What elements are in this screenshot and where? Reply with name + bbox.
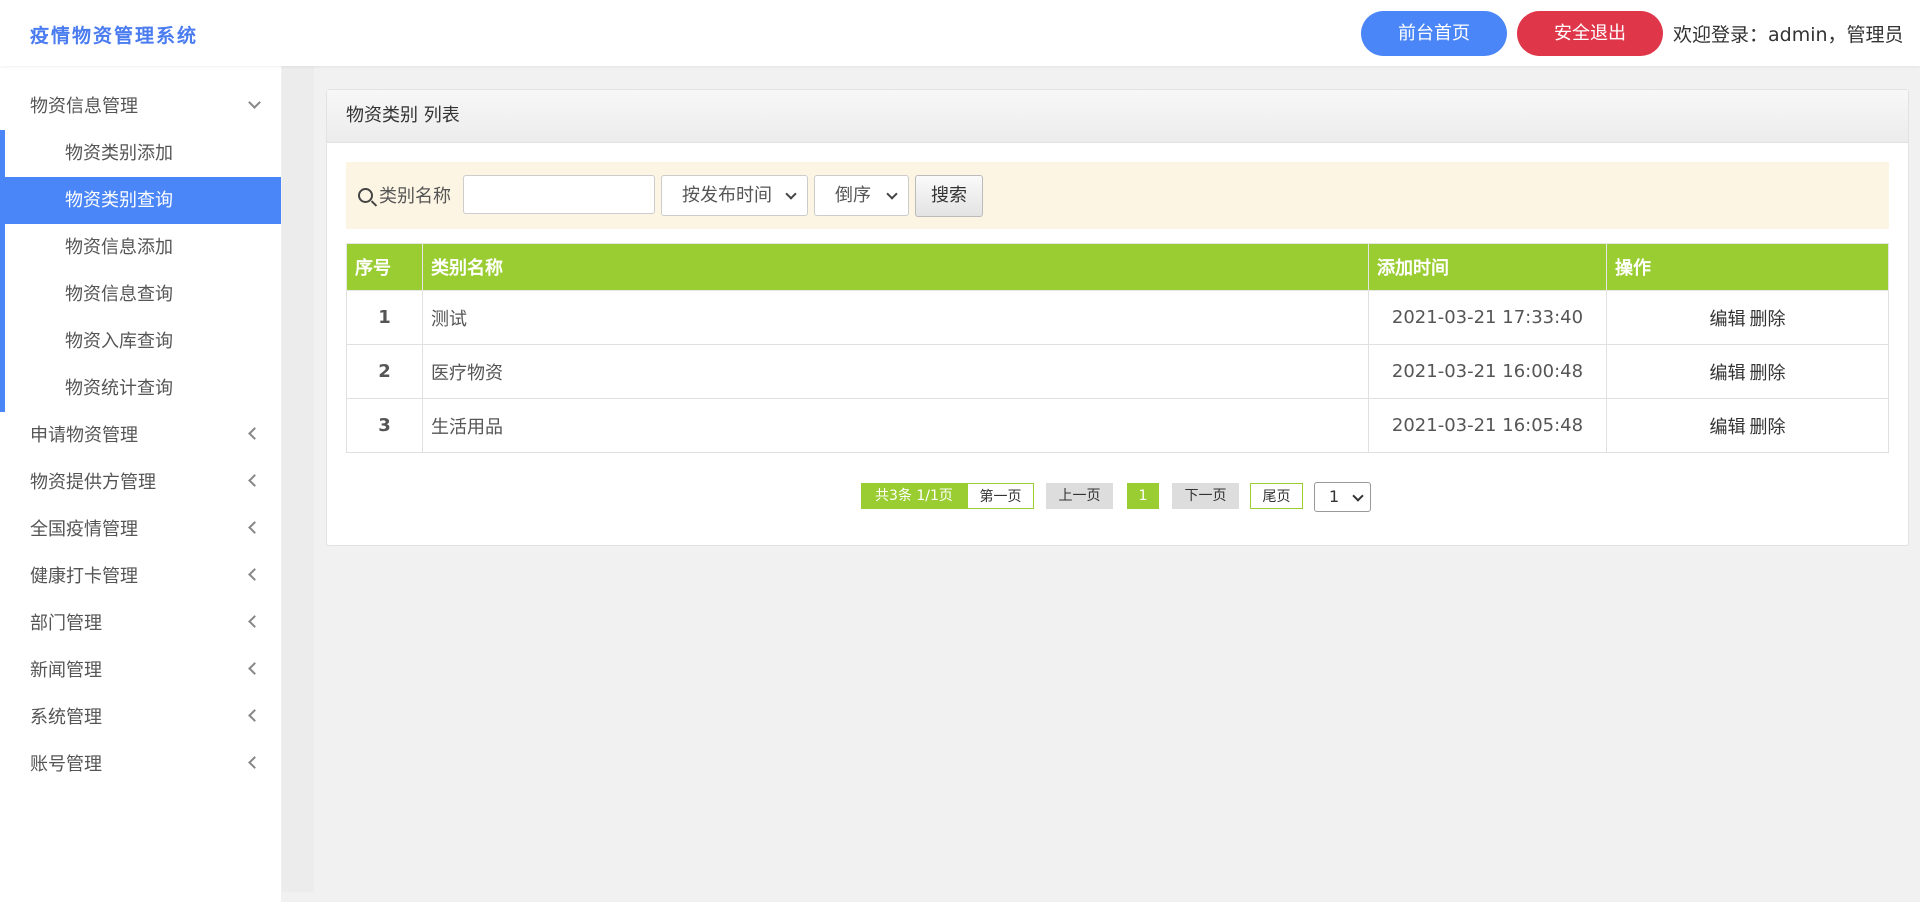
delete-link[interactable]: 删除	[1750, 309, 1786, 330]
top-header: 疫情物资管理系统 前台首页 安全退出 欢迎登录：admin，管理员	[0, 0, 1920, 66]
chevron-down-icon	[785, 188, 797, 200]
row-actions: 编辑 删除	[1606, 344, 1889, 399]
sidebar-group-account[interactable]: 账号管理	[0, 741, 281, 788]
row-added-time: 2021-03-21 17:33:40	[1368, 290, 1607, 345]
delete-link[interactable]: 删除	[1750, 363, 1786, 384]
next-page-button[interactable]: 下一页	[1172, 483, 1239, 509]
sort-field-select[interactable]: 按发布时间	[661, 175, 808, 216]
chevron-down-icon	[886, 188, 898, 200]
row-category-name: 生活用品	[422, 398, 1369, 453]
chevron-left-icon	[248, 506, 261, 553]
row-index: 1	[346, 290, 423, 345]
prev-page-button[interactable]: 上一页	[1046, 483, 1113, 509]
sidebar-group-label: 新闻管理	[30, 660, 102, 681]
column-header-name: 类别名称	[422, 243, 1369, 291]
row-category-name: 测试	[422, 290, 1369, 345]
row-index: 2	[346, 344, 423, 399]
column-header-actions: 操作	[1606, 243, 1889, 291]
home-button[interactable]: 前台首页	[1361, 11, 1507, 56]
sidebar-item-category-add[interactable]: 物资类别添加	[5, 130, 281, 177]
chevron-left-icon	[248, 741, 261, 788]
sidebar-group-epidemic[interactable]: 全国疫情管理	[0, 506, 281, 553]
row-index: 3	[346, 398, 423, 453]
current-page-button[interactable]: 1	[1127, 483, 1159, 509]
category-table: 序号 类别名称 添加时间 操作 1 测试 2021-03-21 17:33:40…	[346, 243, 1889, 453]
app-logo: 疫情物资管理系统	[30, 25, 199, 47]
row-category-name: 医疗物资	[422, 344, 1369, 399]
first-page-button[interactable]: 第一页	[967, 483, 1034, 509]
chevron-left-icon	[248, 694, 261, 741]
logout-button[interactable]: 安全退出	[1517, 11, 1663, 56]
sidebar-group-health-checkin[interactable]: 健康打卡管理	[0, 553, 281, 600]
sidebar-group-apply-material[interactable]: 申请物资管理	[0, 412, 281, 459]
table-row: 1 测试 2021-03-21 17:33:40 编辑 删除	[346, 290, 1889, 345]
welcome-text: 欢迎登录：admin，管理员	[1673, 24, 1904, 46]
content-divider	[282, 66, 314, 892]
sidebar: 物资信息管理 物资类别添加 物资类别查询 物资信息添加 物资信息查询 物资入库查…	[0, 66, 281, 902]
chevron-down-icon	[248, 83, 261, 130]
category-list-panel: 物资类别 列表 类别名称 按发布时间 倒序 搜索 序号 类别名称 添加时间 操作…	[326, 89, 1909, 546]
sort-field-value: 按发布时间	[682, 185, 772, 206]
pagination-info: 共3条 1/1页	[861, 483, 967, 509]
column-header-time: 添加时间	[1368, 243, 1607, 291]
chevron-left-icon	[248, 647, 261, 694]
row-added-time: 2021-03-21 16:05:48	[1368, 398, 1607, 453]
sidebar-group-material-info[interactable]: 物资信息管理	[0, 83, 281, 130]
submenu-material-info: 物资类别添加 物资类别查询 物资信息添加 物资信息查询 物资入库查询 物资统计查…	[0, 130, 281, 412]
last-page-button[interactable]: 尾页	[1250, 483, 1303, 509]
search-button[interactable]: 搜索	[915, 175, 983, 217]
row-added-time: 2021-03-21 16:00:48	[1368, 344, 1607, 399]
sidebar-group-label: 系统管理	[30, 707, 102, 728]
edit-link[interactable]: 编辑	[1710, 417, 1746, 438]
sort-order-value: 倒序	[835, 185, 871, 206]
sidebar-item-statistics-query[interactable]: 物资统计查询	[5, 365, 281, 412]
delete-link[interactable]: 删除	[1750, 417, 1786, 438]
search-label: 类别名称	[358, 182, 451, 208]
sidebar-group-department[interactable]: 部门管理	[0, 600, 281, 647]
chevron-down-icon	[1352, 490, 1364, 502]
sidebar-item-material-query[interactable]: 物资信息查询	[5, 271, 281, 318]
chevron-left-icon	[248, 600, 261, 647]
sidebar-group-label: 健康打卡管理	[30, 566, 138, 587]
sort-order-select[interactable]: 倒序	[814, 175, 909, 216]
sidebar-group-label: 申请物资管理	[30, 425, 138, 446]
table-row: 2 医疗物资 2021-03-21 16:00:48 编辑 删除	[346, 344, 1889, 399]
page-jump-select[interactable]: 1	[1314, 482, 1371, 512]
sidebar-group-label: 物资信息管理	[30, 96, 138, 117]
edit-link[interactable]: 编辑	[1710, 309, 1746, 330]
row-actions: 编辑 删除	[1606, 398, 1889, 453]
table-row: 3 生活用品 2021-03-21 16:05:48 编辑 删除	[346, 398, 1889, 453]
sidebar-group-news[interactable]: 新闻管理	[0, 647, 281, 694]
table-header-row: 序号 类别名称 添加时间 操作	[346, 243, 1889, 291]
page-jump-value: 1	[1329, 487, 1340, 506]
sidebar-item-category-query[interactable]: 物资类别查询	[5, 177, 281, 224]
sidebar-group-label: 物资提供方管理	[30, 472, 156, 493]
search-bar: 类别名称 按发布时间 倒序 搜索	[346, 162, 1889, 229]
sidebar-group-label: 部门管理	[30, 613, 102, 634]
pagination: 共3条 1/1页 第一页 上一页 1 下一页 尾页 1	[327, 482, 1908, 512]
edit-link[interactable]: 编辑	[1710, 363, 1746, 384]
sidebar-group-system[interactable]: 系统管理	[0, 694, 281, 741]
sidebar-item-material-add[interactable]: 物资信息添加	[5, 224, 281, 271]
sidebar-group-supplier[interactable]: 物资提供方管理	[0, 459, 281, 506]
chevron-left-icon	[248, 412, 261, 459]
chevron-left-icon	[248, 553, 261, 600]
row-actions: 编辑 删除	[1606, 290, 1889, 345]
sidebar-group-label: 全国疫情管理	[30, 519, 138, 540]
column-header-index: 序号	[346, 243, 423, 291]
panel-title: 物资类别 列表	[327, 90, 1908, 143]
sidebar-group-label: 账号管理	[30, 754, 102, 775]
chevron-left-icon	[248, 459, 261, 506]
sidebar-item-stock-in-query[interactable]: 物资入库查询	[5, 318, 281, 365]
category-name-input[interactable]	[463, 175, 655, 214]
search-label-text: 类别名称	[379, 186, 451, 207]
search-icon	[358, 188, 373, 203]
